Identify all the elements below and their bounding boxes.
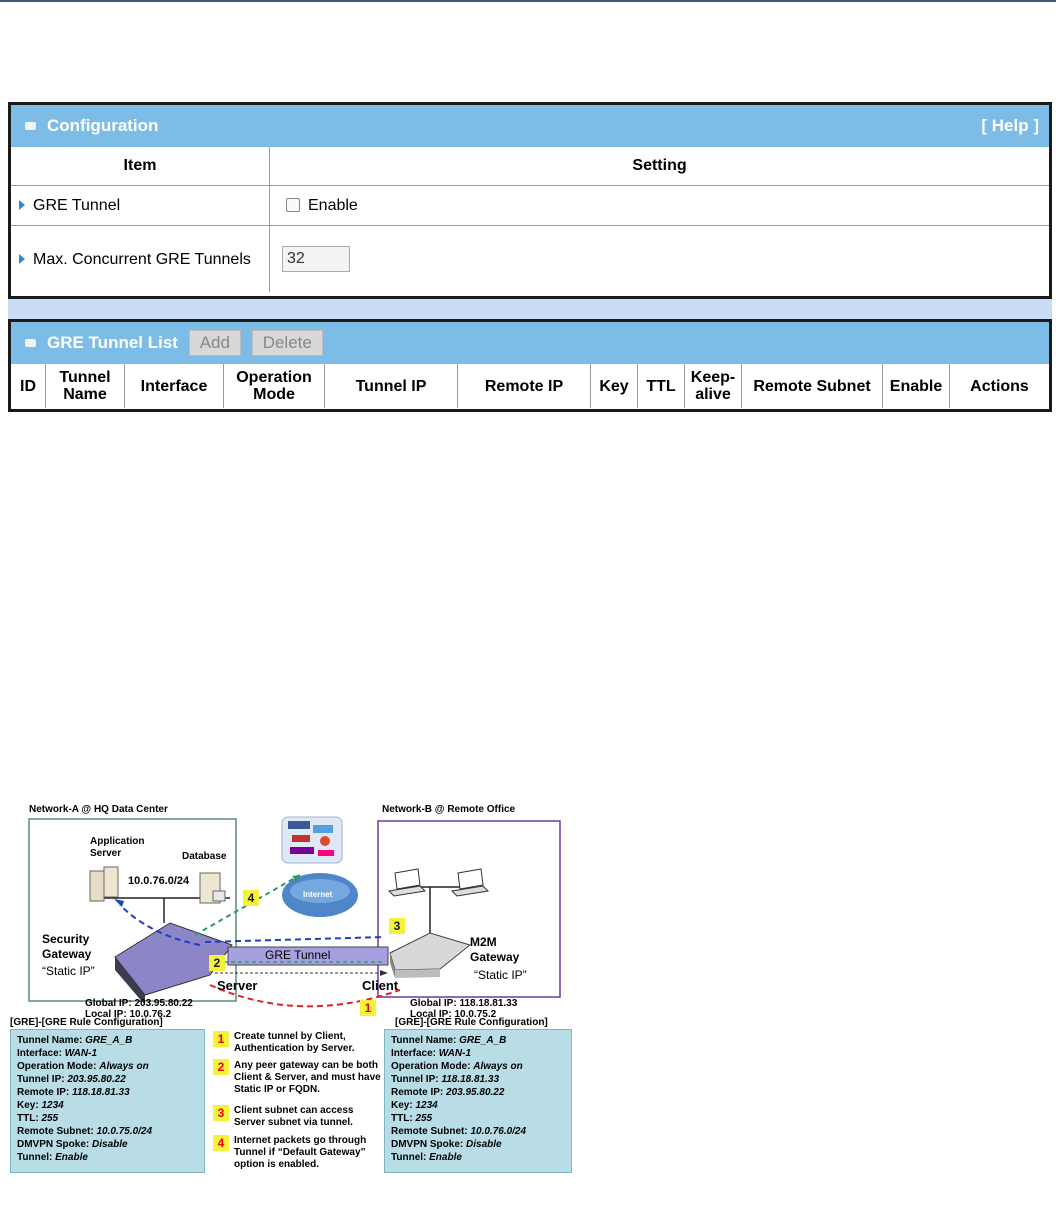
help-link[interactable]: [ Help ] [981, 116, 1039, 136]
note-2: Any peer gateway can be both Client & Se… [234, 1060, 381, 1095]
security-gateway-label: Security Gateway [42, 932, 92, 961]
note-badge-1: 1 [213, 1031, 229, 1047]
laptop-icon [450, 868, 490, 897]
app-server-label: Application Server [90, 836, 145, 859]
tunnel-list-title: GRE Tunnel List [47, 333, 178, 352]
col-header: Remote Subnet [741, 364, 883, 408]
panel-separator [8, 299, 1052, 319]
right-box-title: [GRE]-[GRE Rule Configuration] [395, 1017, 548, 1028]
col-header: Enable [882, 364, 950, 408]
step-badge-3: 3 [389, 918, 405, 934]
database-icon [199, 872, 226, 904]
row-max-tunnels-setting: 32 [269, 225, 1049, 292]
configuration-panel: Configuration [ Help ] Item Setting GRE … [8, 102, 1052, 299]
global-ip-a: Global IP: 203.95.80.22 [85, 998, 193, 1009]
col-setting: Setting [269, 147, 1049, 186]
note-badge-2: 2 [213, 1059, 229, 1075]
tunnel-list-panel: GRE Tunnel List Add Delete ID Tunnel Nam… [8, 319, 1052, 412]
enable-label: Enable [308, 196, 358, 214]
right-config-box: Tunnel Name: GRE_A_B Interface: WAN-1 Op… [384, 1029, 572, 1173]
collapse-icon[interactable] [25, 122, 36, 130]
note-4: Internet packets go through Tunnel if “D… [234, 1135, 367, 1170]
enable-checkbox[interactable] [286, 198, 300, 213]
note-badge-4: 4 [213, 1135, 229, 1151]
col-header: Interface [124, 364, 224, 408]
delete-button[interactable]: Delete [251, 330, 323, 356]
tunnel-list-table: ID Tunnel Name Interface Operation Mode … [11, 364, 1049, 408]
configuration-title: Configuration [47, 116, 159, 135]
global-ip-b: Global IP: 118.18.81.33 [410, 998, 518, 1009]
application-server-icon [89, 866, 119, 902]
step-badge-1: 1 [360, 1000, 376, 1016]
col-header: Operation Mode [223, 364, 325, 408]
configuration-table: Item Setting GRE Tunnel Enable Max. Conc… [11, 147, 1049, 292]
left-box-title: [GRE]-[GRE Rule Configuration] [10, 1017, 163, 1028]
row-gre-tunnel-label: GRE Tunnel [11, 185, 270, 226]
col-header: Keep-alive [684, 364, 742, 408]
col-header: Key [590, 364, 638, 408]
static-ip-a-label: “Static IP” [42, 964, 95, 978]
client-label: Client [362, 978, 399, 993]
server-label: Server [217, 978, 258, 993]
m2m-gateway-label: M2M Gateway [470, 935, 520, 964]
tunnel-list-header: GRE Tunnel List Add Delete [11, 322, 1049, 364]
subnet-a-label: 10.0.76.0/24 [128, 875, 190, 887]
gre-network-diagram: Network-A @ HQ Data Center Network-B @ R… [0, 795, 580, 1218]
configuration-header: Configuration [ Help ] [11, 105, 1049, 147]
col-item: Item [11, 147, 270, 186]
col-header: Tunnel Name [45, 364, 125, 408]
m2m-gateway-icon [389, 932, 472, 978]
step-badge-2: 2 [209, 955, 225, 971]
gre-tunnel-label: GRE Tunnel [265, 948, 331, 962]
add-button[interactable]: Add [188, 330, 241, 356]
col-header: TTL [637, 364, 685, 408]
left-config-box: Tunnel Name: GRE_A_B Interface: WAN-1 Op… [10, 1029, 205, 1173]
step-badge-4: 4 [243, 890, 259, 906]
row-max-tunnels-label: Max. Concurrent GRE Tunnels [11, 225, 270, 292]
arrow-right-icon [19, 199, 25, 210]
database-label: Database [182, 851, 227, 862]
note-badge-3: 3 [213, 1105, 229, 1121]
network-b-label: Network-B @ Remote Office [382, 804, 516, 815]
laptop-icon [387, 868, 427, 897]
top-rule [0, 0, 1056, 2]
social-logos-icon [281, 816, 343, 864]
col-header: Tunnel IP [324, 364, 458, 408]
col-header: Actions [949, 364, 1049, 408]
note-3: Client subnet can access Server subnet v… [234, 1105, 354, 1128]
collapse-icon[interactable] [25, 339, 36, 347]
col-header: ID [20, 377, 36, 395]
internet-label: Internet [303, 890, 333, 899]
note-1: Create tunnel by Client, Authentication … [234, 1031, 355, 1054]
network-a-label: Network-A @ HQ Data Center [29, 804, 168, 815]
max-tunnels-input[interactable]: 32 [282, 245, 350, 272]
col-header: Remote IP [457, 364, 591, 408]
row-gre-tunnel-setting: Enable [269, 185, 1049, 226]
arrow-right-icon [19, 254, 25, 265]
static-ip-b-label: “Static IP” [474, 968, 527, 982]
